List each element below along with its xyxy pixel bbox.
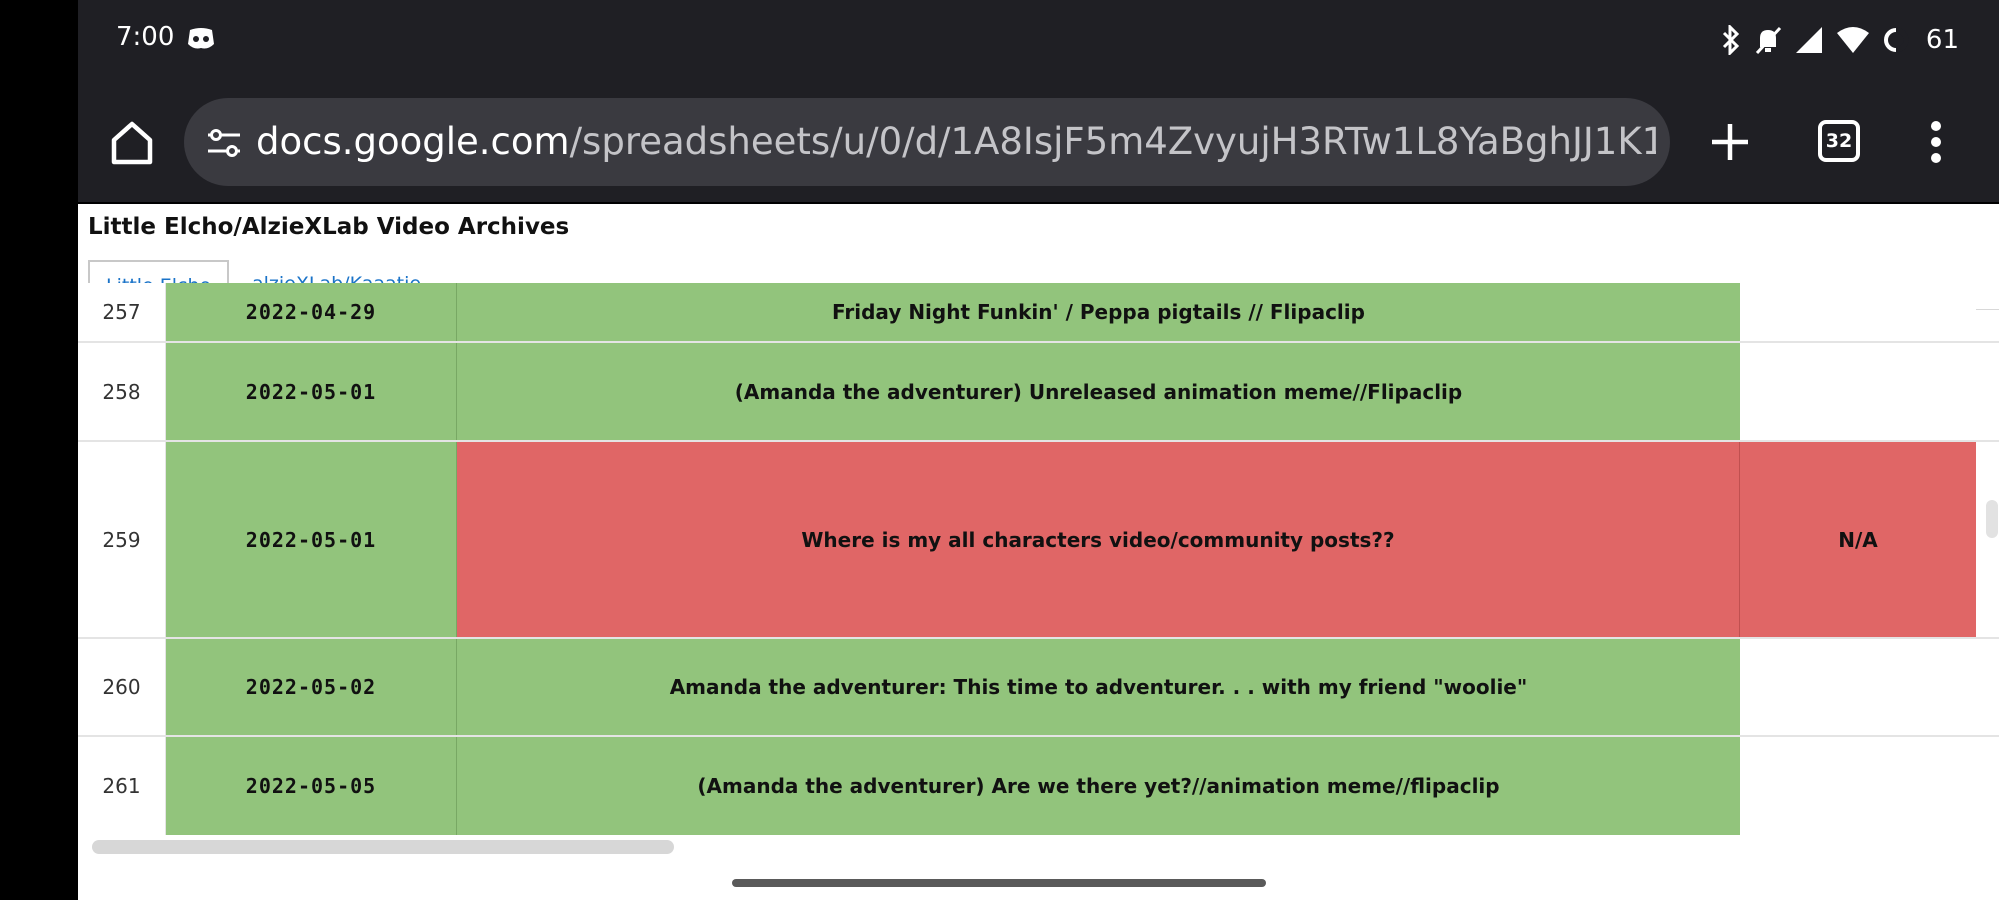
extra-cell[interactable]: N/A [1740, 442, 1976, 637]
date-cell[interactable]: 2022-04-29 [166, 283, 457, 341]
row-number[interactable]: 261 [78, 737, 166, 835]
row-number[interactable]: 258 [78, 343, 166, 440]
browser-toolbar: docs.google.com/spreadsheets/u/0/d/1A8Is… [78, 82, 1999, 204]
bluetooth-icon [1720, 25, 1742, 55]
date-cell[interactable]: 2022-05-02 [166, 639, 457, 735]
table-row: 258 2022-05-01 (Amanda the adventurer) U… [78, 343, 1999, 442]
sheet-title: Little Elcho/AlzieXLab Video Archives [88, 214, 570, 240]
date-cell[interactable]: 2022-05-05 [166, 737, 457, 835]
tune-icon[interactable] [206, 126, 242, 160]
horizontal-scrollbar[interactable] [92, 840, 674, 854]
date-cell[interactable]: 2022-05-01 [166, 442, 457, 637]
title-cell[interactable]: (Amanda the adventurer) Unreleased anima… [457, 343, 1740, 440]
table-row: 260 2022-05-02 Amanda the adventurer: Th… [78, 639, 1999, 737]
row-number[interactable]: 257 [78, 283, 166, 341]
gesture-home-indicator[interactable] [732, 879, 1266, 887]
title-cell[interactable]: Friday Night Funkin' / Peppa pigtails //… [457, 283, 1740, 341]
status-bar: 7:00 61 [78, 0, 1999, 82]
left-edge [0, 0, 78, 900]
extra-cell[interactable] [1740, 737, 1976, 835]
table-row: 257 2022-04-29 Friday Night Funkin' / Pe… [78, 283, 1999, 343]
url-bar[interactable]: docs.google.com/spreadsheets/u/0/d/1A8Is… [184, 98, 1670, 186]
date-cell[interactable]: 2022-05-01 [166, 343, 457, 440]
mute-icon [1754, 25, 1782, 55]
battery-level: 61 [1925, 25, 1959, 55]
extra-cell[interactable] [1740, 283, 1976, 341]
url-host: docs.google.com [256, 120, 570, 163]
spreadsheet: Little Elcho/AlzieXLab Video Archives Li… [78, 204, 1999, 900]
battery-icon [1882, 26, 1910, 54]
status-time: 7:00 [116, 22, 175, 52]
plus-icon[interactable] [1706, 118, 1754, 166]
row-number[interactable]: 260 [78, 639, 166, 735]
row-number[interactable]: 259 [78, 442, 166, 637]
title-cell[interactable]: Where is my all characters video/communi… [457, 442, 1740, 637]
extra-cell[interactable] [1740, 639, 1976, 735]
title-cell[interactable]: Amanda the adventurer: This time to adve… [457, 639, 1740, 735]
signal-icon [1794, 25, 1824, 55]
wifi-icon [1836, 25, 1870, 55]
title-cell[interactable]: (Amanda the adventurer) Are we there yet… [457, 737, 1740, 835]
url-text[interactable]: docs.google.com/spreadsheets/u/0/d/1A8Is… [256, 118, 1656, 166]
url-path: /spreadsheets/u/0/d/1A8IsjF5m4ZvyujH3RTw… [569, 120, 1656, 163]
extra-cell[interactable] [1740, 343, 1976, 440]
status-icons: 61 [1720, 18, 1959, 62]
table-row: 259 2022-05-01 Where is my all character… [78, 442, 1999, 639]
vertical-scrollbar[interactable] [1986, 500, 1998, 538]
table-row: 261 2022-05-05 (Amanda the adventurer) A… [78, 737, 1999, 835]
more-vert-icon[interactable] [1930, 118, 1942, 166]
tabs-icon[interactable]: 32 [1818, 120, 1860, 162]
home-icon[interactable] [106, 116, 158, 168]
discord-icon [186, 26, 216, 52]
